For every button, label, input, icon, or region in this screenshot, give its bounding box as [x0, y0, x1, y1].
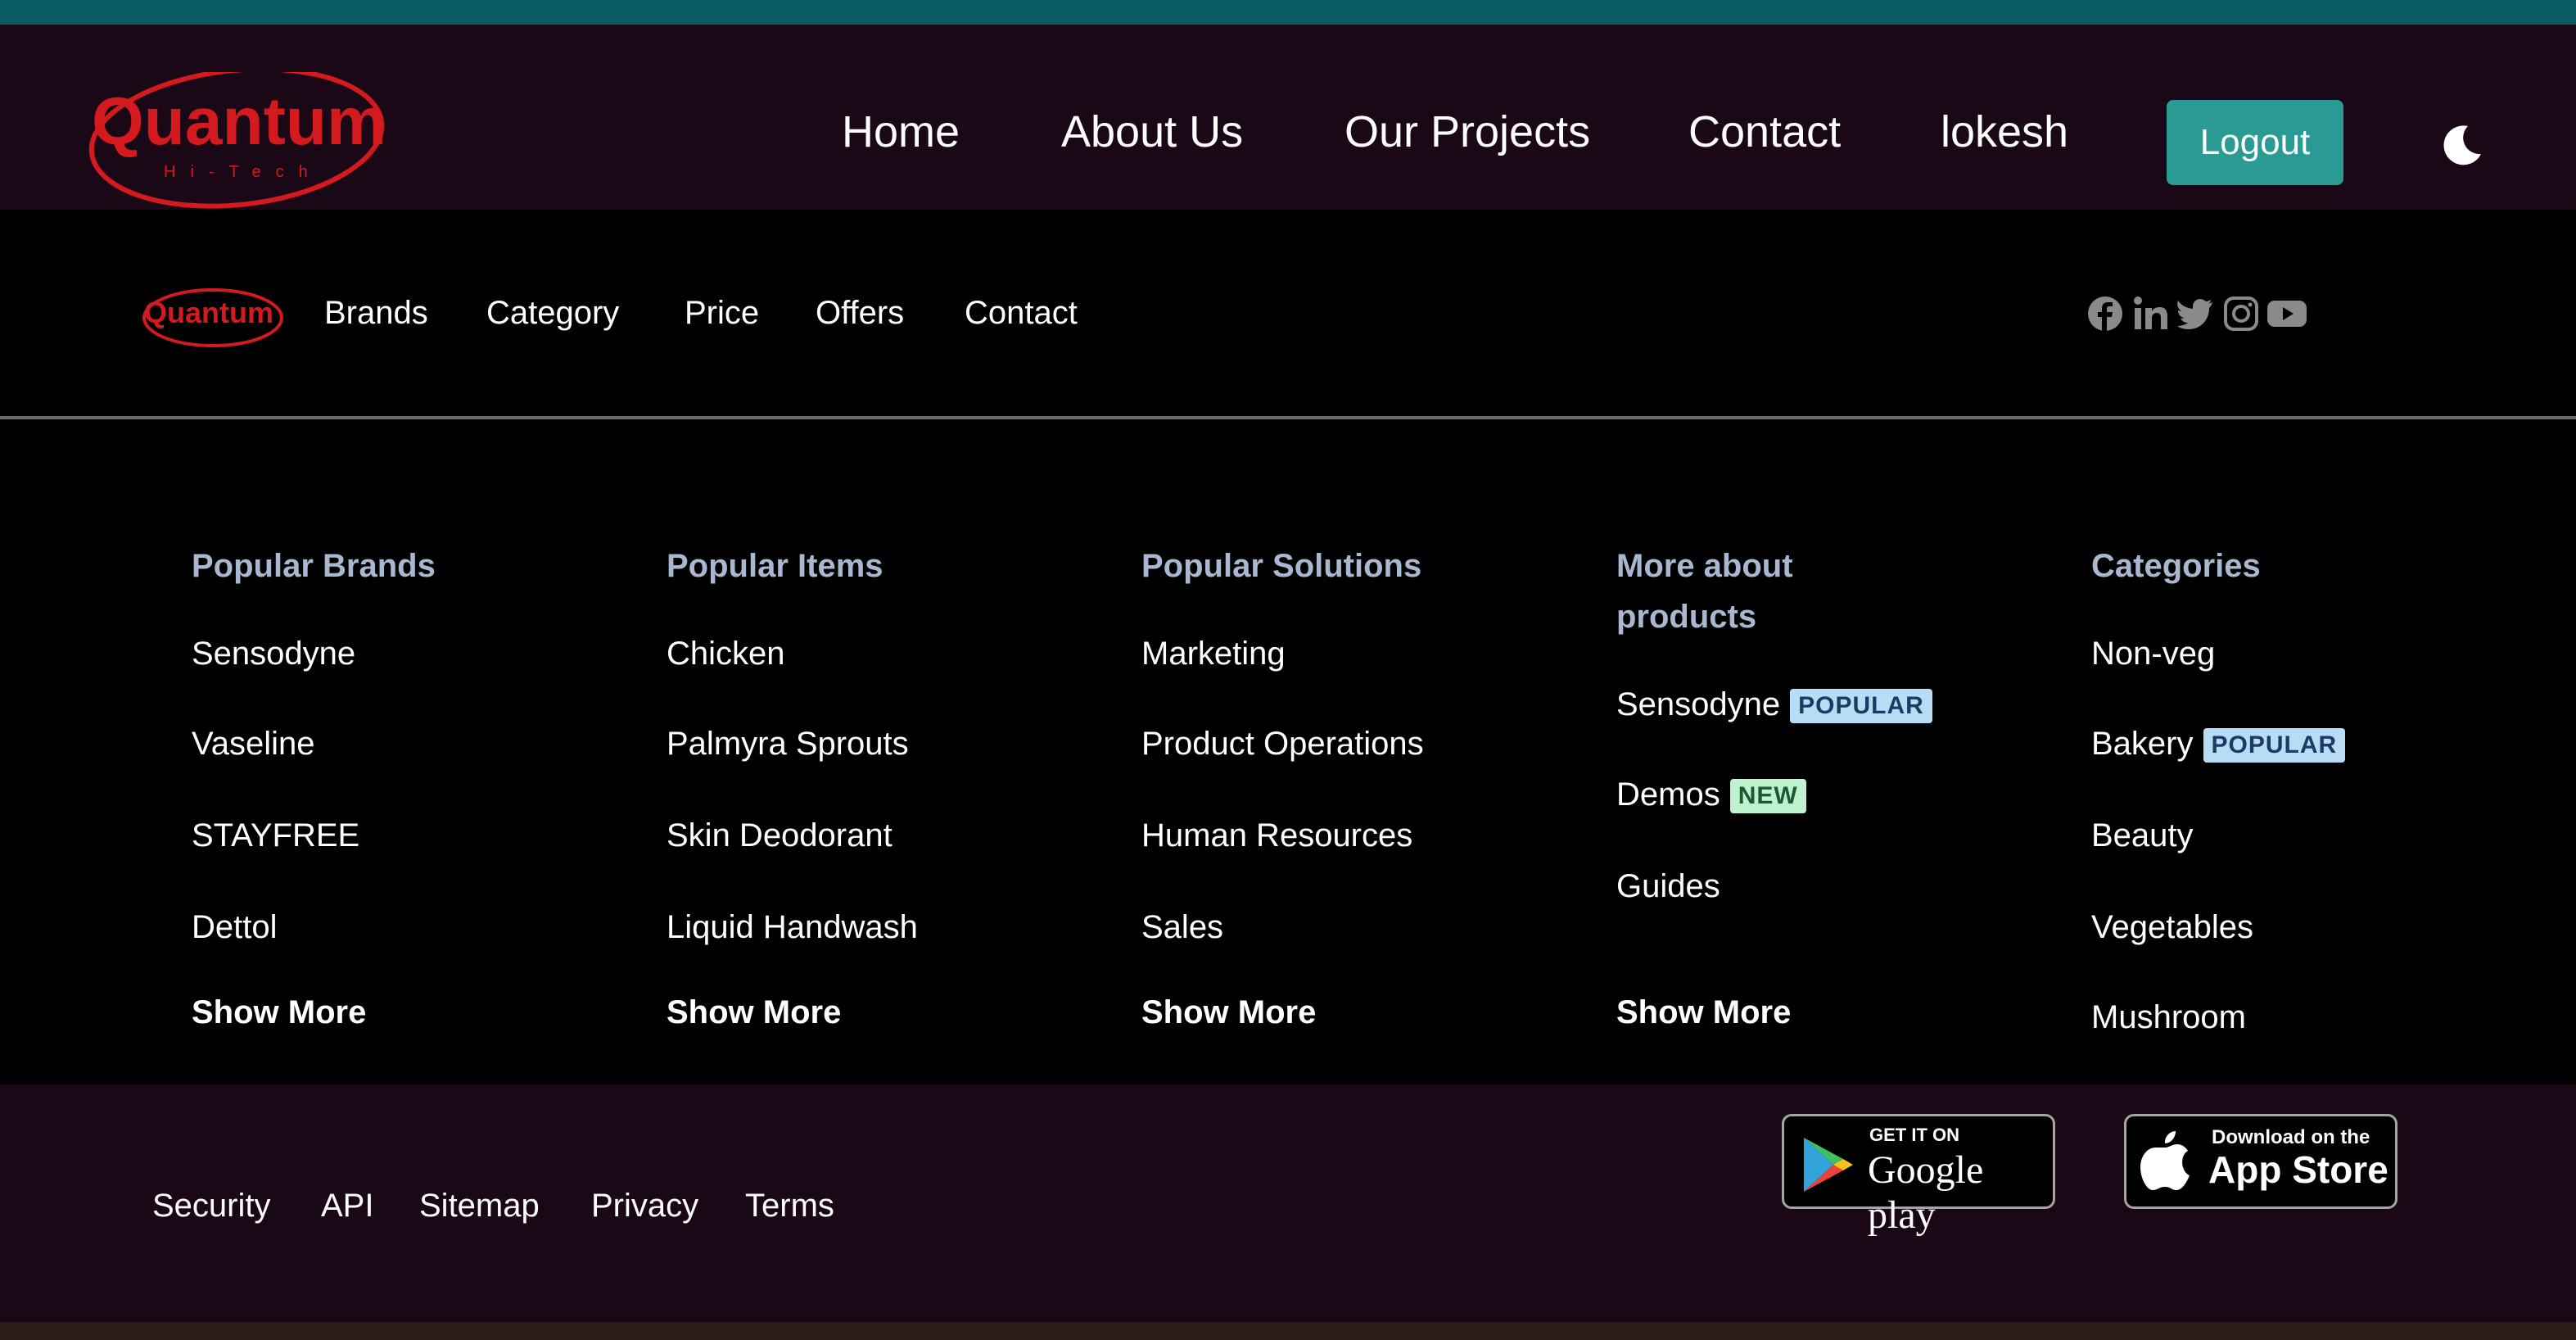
column-title-popular-solutions: Popular Solutions [1141, 548, 1422, 584]
svg-text:Quantum: Quantum [92, 84, 386, 159]
google-play-badge[interactable]: GET IT ON Google play [1782, 1114, 2055, 1237]
nav-our-projects[interactable]: Our Projects [1344, 106, 1590, 157]
column-title-popular-items: Popular Items [667, 548, 884, 584]
list-item[interactable]: Sales [1141, 909, 1223, 946]
list-item-label: Bakery [2091, 726, 2194, 762]
linkedin-icon[interactable] [2132, 295, 2170, 333]
show-more-link[interactable]: Show More [667, 994, 841, 1031]
top-navbar: Quantum Hi-Tech Home About Us Our Projec… [0, 25, 2576, 210]
list-item-label: Sensodyne [1616, 686, 1781, 722]
footer-link-security[interactable]: Security [152, 1188, 271, 1225]
quantum-logo-small[interactable]: Quantum [141, 285, 285, 351]
footer-link-terms[interactable]: Terms [745, 1188, 834, 1225]
google-play-big-text: Google play [1868, 1148, 1984, 1237]
apple-icon [2140, 1131, 2190, 1190]
list-item-label: Demos [1616, 776, 1720, 813]
google-play-icon [1804, 1138, 1853, 1192]
footer-link-api[interactable]: API [321, 1188, 373, 1225]
column-title-more-about-products: More about products [1616, 548, 1793, 635]
app-store-big-text: App Store [2208, 1148, 2388, 1191]
app-store-small-text: Download on the [2212, 1126, 2370, 1148]
nav-home[interactable]: Home [842, 106, 960, 157]
footer-link-privacy[interactable]: Privacy [591, 1188, 698, 1225]
subnav-contact[interactable]: Contact [965, 295, 1078, 332]
list-item-label: Vegetables [2091, 909, 2253, 945]
list-item[interactable]: Liquid Handwash [667, 909, 918, 946]
list-item[interactable]: Demos NEW [1616, 776, 1806, 814]
list-item[interactable]: Sensodyne [192, 636, 355, 672]
column-title-categories: Categories [2091, 548, 2261, 584]
list-item[interactable]: Palmyra Sprouts [667, 726, 909, 763]
list-item[interactable]: Bakery POPULAR [2091, 726, 2346, 763]
list-item[interactable]: Sensodyne POPULAR [1616, 686, 1932, 724]
list-item[interactable]: Chicken [667, 636, 785, 672]
browser-bottom-strip [0, 1322, 2576, 1340]
list-item[interactable]: Human Resources [1141, 817, 1412, 854]
list-item[interactable]: Dettol [192, 909, 278, 946]
bottom-footer: Security API Sitemap Privacy Terms GET I… [0, 1084, 2576, 1322]
app-store-badge[interactable]: Download on the App Store [2124, 1114, 2397, 1209]
nav-about-us[interactable]: About Us [1061, 106, 1243, 157]
list-item-label: Beauty [2091, 817, 2194, 853]
twitter-icon[interactable] [2176, 295, 2214, 333]
nav-contact[interactable]: Contact [1688, 106, 1841, 157]
logout-button[interactable]: Logout [2167, 100, 2343, 185]
nav-user-name[interactable]: lokesh [1941, 106, 2068, 157]
moon-icon[interactable] [2440, 121, 2486, 167]
list-item[interactable]: Product Operations [1141, 726, 1424, 763]
list-item[interactable]: Vegetables [2091, 909, 2253, 946]
column-title-popular-brands: Popular Brands [192, 548, 436, 584]
new-badge: NEW [1729, 779, 1806, 814]
browser-top-strip [0, 0, 2576, 25]
list-item[interactable]: Beauty [2091, 817, 2194, 854]
secondary-navbar: Quantum Brands Category Price Offers Con… [0, 210, 2576, 419]
instagram-icon[interactable] [2222, 295, 2260, 333]
footer-columns: Popular Brands Sensodyne Vaseline STAYFR… [0, 419, 2576, 1084]
popular-badge: POPULAR [1790, 689, 1932, 724]
subnav-brands[interactable]: Brands [324, 295, 428, 332]
show-more-link[interactable]: Show More [1141, 994, 1316, 1031]
show-more-link[interactable]: Show More [1616, 994, 1791, 1031]
footer-link-sitemap[interactable]: Sitemap [419, 1188, 540, 1225]
youtube-icon[interactable] [2266, 295, 2307, 333]
list-item[interactable]: STAYFREE [192, 817, 359, 854]
svg-text:Hi-Tech: Hi-Tech [164, 163, 323, 181]
subnav-offers[interactable]: Offers [816, 295, 904, 332]
list-item[interactable]: Skin Deodorant [667, 817, 893, 854]
list-item-label: Mushroom [2091, 999, 2246, 1035]
svg-text:Quantum: Quantum [144, 296, 273, 329]
list-item-label: Non-veg [2091, 636, 2216, 672]
popular-badge: POPULAR [2203, 728, 2346, 763]
facebook-icon[interactable] [2086, 295, 2124, 333]
list-item-label: Guides [1616, 868, 1720, 904]
list-item[interactable]: Vaseline [192, 726, 314, 763]
quantum-logo[interactable]: Quantum Hi-Tech [85, 72, 388, 211]
list-item[interactable]: Marketing [1141, 636, 1286, 672]
subnav-price[interactable]: Price [685, 295, 759, 332]
list-item[interactable]: Non-veg [2091, 636, 2215, 672]
google-play-small-text: GET IT ON [1869, 1125, 1959, 1145]
list-item[interactable]: Mushroom [2091, 999, 2246, 1036]
subnav-category[interactable]: Category [486, 295, 619, 332]
list-item[interactable]: Guides [1616, 868, 1720, 905]
show-more-link[interactable]: Show More [192, 994, 366, 1031]
